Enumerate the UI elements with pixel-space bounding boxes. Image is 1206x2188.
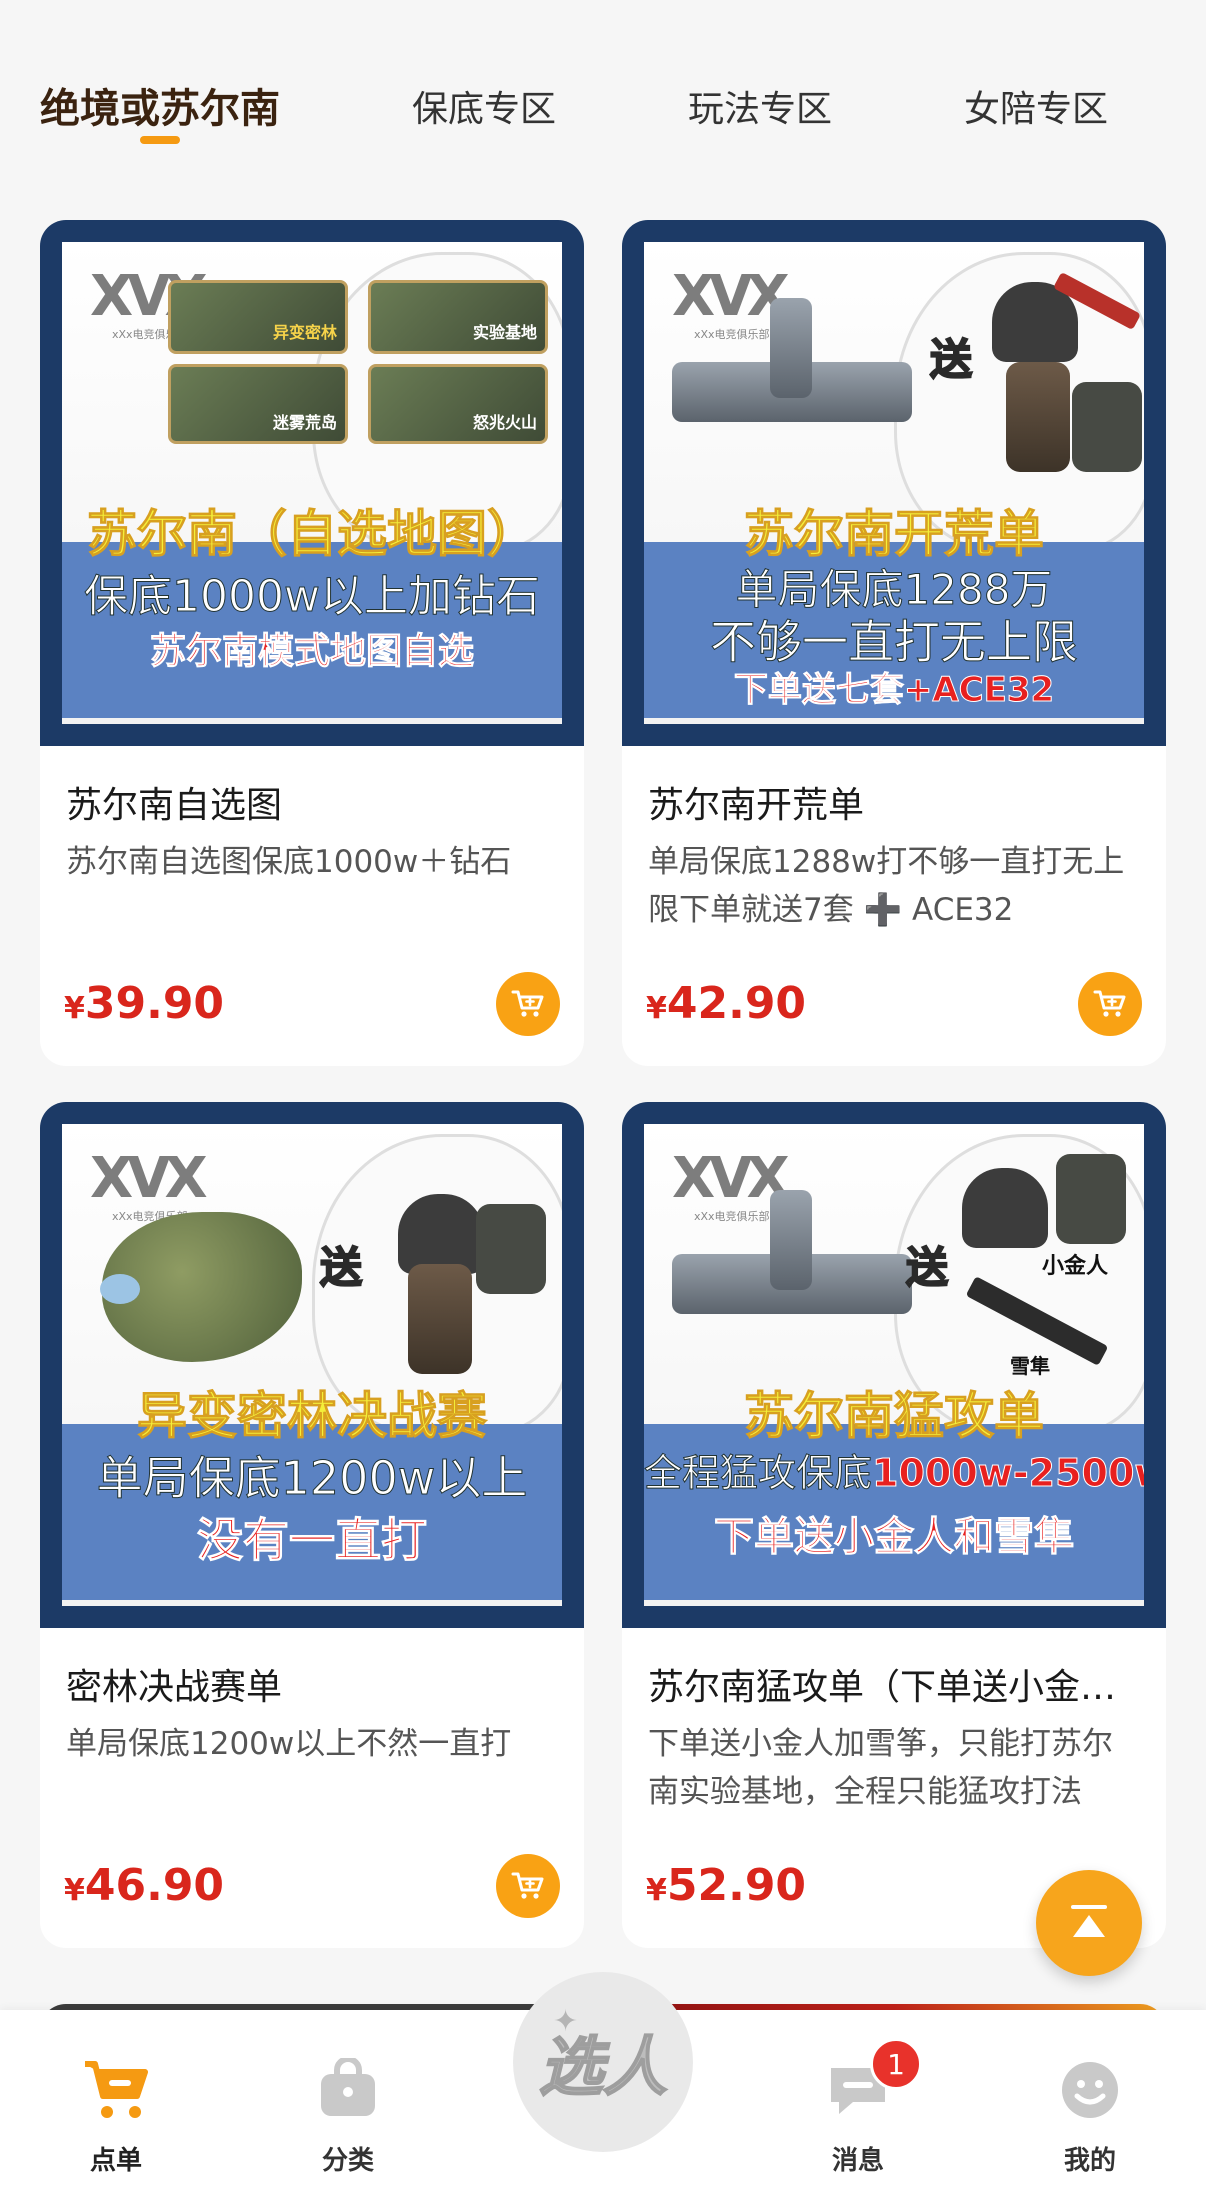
banner-line-range: 1000w-2500w	[872, 1451, 1144, 1496]
helmet-image	[962, 1168, 1048, 1248]
unread-badge: 1	[870, 2038, 922, 2090]
gift-note: 小金人	[1042, 1254, 1109, 1279]
product-price: ¥42.90	[646, 978, 807, 1029]
brand-logo-icon: XVX	[90, 1146, 208, 1211]
product-card[interactable]: XVX xXx电竞俱乐部 异变密林 实验基地 迷雾荒岛 怒兆火山 苏尔南（自选地…	[40, 220, 584, 1066]
banner-line-red: 苏尔南模式地图自选	[149, 631, 474, 673]
gift-label: 送	[929, 334, 973, 385]
product-desc: 单局保底1288w打不够一直打无上限下单就送7套 ➕ ACE32	[648, 844, 1125, 928]
banner-headline: 苏尔南猛攻单	[744, 1387, 1045, 1446]
banner-line-red: 下单送小金人和雪隼	[714, 1514, 1075, 1561]
product-desc: 单局保底1200w以上不然一直打	[66, 1726, 512, 1762]
bag-icon	[321, 2058, 375, 2116]
product-card[interactable]: XVX xXx电竞俱乐部 送 苏尔南开荒单 单局保底1288万 不够一直打无上限…	[622, 220, 1166, 1066]
product-title: 苏尔南自选图	[66, 785, 283, 826]
gift-label: 送	[319, 1242, 363, 1293]
back-to-top-button[interactable]	[1036, 1870, 1142, 1976]
product-title: 密林决战赛单	[66, 1667, 283, 1708]
nav-label: 我的	[1063, 2146, 1116, 2176]
active-tab-indicator	[140, 136, 180, 144]
nav-category[interactable]: 分类	[268, 2010, 428, 2188]
sparkle-icon: ✦	[553, 2004, 579, 2039]
pick-player-button[interactable]: ✦ 选人	[513, 1972, 693, 2152]
lab-device-image	[770, 1190, 812, 1290]
product-banner: XVX xXx电竞俱乐部 送 异变密林决战赛 单局保底1200w以上 没有一直打	[40, 1102, 584, 1628]
banner-headline: 苏尔南（自选地图）	[87, 505, 538, 564]
nav-messages[interactable]: 消息	[778, 2010, 938, 2188]
product-title: 苏尔南猛攻单（下单送小金人加雪隼）	[648, 1667, 1140, 1708]
cart-icon	[511, 990, 544, 1017]
map-thumbnail: 迷雾荒岛	[168, 364, 348, 444]
map-thumbnail: 怒兆火山	[368, 364, 548, 444]
product-card[interactable]: XVX xXx电竞俱乐部 送 异变密林决战赛 单局保底1200w以上 没有一直打…	[40, 1102, 584, 1948]
cart-icon	[511, 1872, 544, 1899]
banner-line-red: 没有一直打	[197, 1513, 428, 1568]
product-banner: XVX xXx电竞俱乐部 送 苏尔南开荒单 单局保底1288万 不够一直打无上限…	[622, 220, 1166, 746]
nav-order[interactable]: 点单	[36, 2010, 196, 2188]
armor-image	[408, 1264, 472, 1374]
banner-line: 全程猛攻保底1000w-2500w	[644, 1442, 1144, 1497]
backpack-image	[1056, 1154, 1126, 1244]
brand-name: xXx电竞俱乐部	[694, 328, 770, 341]
banner-line: 单局保底1200w以上	[96, 1451, 528, 1506]
lab-device-image	[770, 298, 812, 398]
backpack-image	[1072, 382, 1142, 472]
armor-image	[1006, 362, 1070, 472]
product-desc: 苏尔南自选图保底1000w＋钻石	[66, 844, 512, 880]
smile-icon	[1062, 2062, 1118, 2118]
product-price: ¥39.90	[64, 978, 225, 1029]
gift-label: 送	[905, 1242, 949, 1293]
tab-baodi[interactable]: 保底专区	[412, 80, 556, 132]
product-banner: XVX xXx电竞俱乐部 异变密林 实验基地 迷雾荒岛 怒兆火山 苏尔南（自选地…	[40, 220, 584, 746]
product-banner: XVX xXx电竞俱乐部 送 小金人 雪隼 苏尔南猛攻单 全程猛攻保底1000w…	[622, 1102, 1166, 1628]
banner-headline: 异变密林决战赛	[137, 1387, 488, 1446]
product-price: ¥46.90	[64, 1860, 225, 1911]
map-thumbnail: 异变密林	[168, 280, 348, 354]
helmet-image	[398, 1194, 484, 1274]
map-thumbnail: 实验基地	[368, 280, 548, 354]
add-to-cart-button[interactable]	[496, 1854, 560, 1918]
cart-icon	[85, 2061, 148, 2118]
product-title: 苏尔南开荒单	[648, 785, 865, 826]
lake-shape	[100, 1274, 140, 1304]
arrow-up-icon	[1071, 1905, 1107, 1937]
tab-juejing-surnan[interactable]: 绝境或苏尔南	[40, 76, 280, 134]
backpack-image	[476, 1204, 546, 1294]
nav-label: 分类	[321, 2146, 374, 2176]
cart-icon	[1093, 990, 1126, 1017]
product-desc: 下单送小金人加雪筝，只能打苏尔南实验基地，全程只能猛攻打法	[648, 1726, 1113, 1810]
gift-note: 雪隼	[1010, 1354, 1050, 1378]
add-to-cart-button[interactable]	[496, 972, 560, 1036]
nav-label: 消息	[831, 2146, 884, 2176]
banner-line-red: 下单送七套+ACE32	[733, 670, 1055, 711]
brand-logo-icon: XVX	[672, 264, 790, 329]
brand-name: xXx电竞俱乐部	[694, 1210, 770, 1223]
page: 绝境或苏尔南 保底专区 玩法专区 女陪专区 XVX xXx电竞俱乐部 异变密林 …	[0, 0, 1206, 2188]
tab-nvpei[interactable]: 女陪专区	[964, 80, 1108, 132]
banner-line: 保底1000w以上加钻石	[84, 571, 541, 623]
tab-wanfa[interactable]: 玩法专区	[688, 80, 832, 132]
banner-line-white: 全程猛攻保底	[644, 1451, 873, 1496]
nav-label: 点单	[89, 2146, 142, 2176]
add-to-cart-button[interactable]	[1078, 972, 1142, 1036]
brand-logo-icon: XVX	[672, 1146, 790, 1211]
category-tabs: 绝境或苏尔南 保底专区 玩法专区 女陪专区	[0, 60, 1206, 170]
product-price: ¥52.90	[646, 1860, 807, 1911]
product-card[interactable]: XVX xXx电竞俱乐部 送 小金人 雪隼 苏尔南猛攻单 全程猛攻保底1000w…	[622, 1102, 1166, 1948]
nav-profile[interactable]: 我的	[1010, 2010, 1170, 2188]
